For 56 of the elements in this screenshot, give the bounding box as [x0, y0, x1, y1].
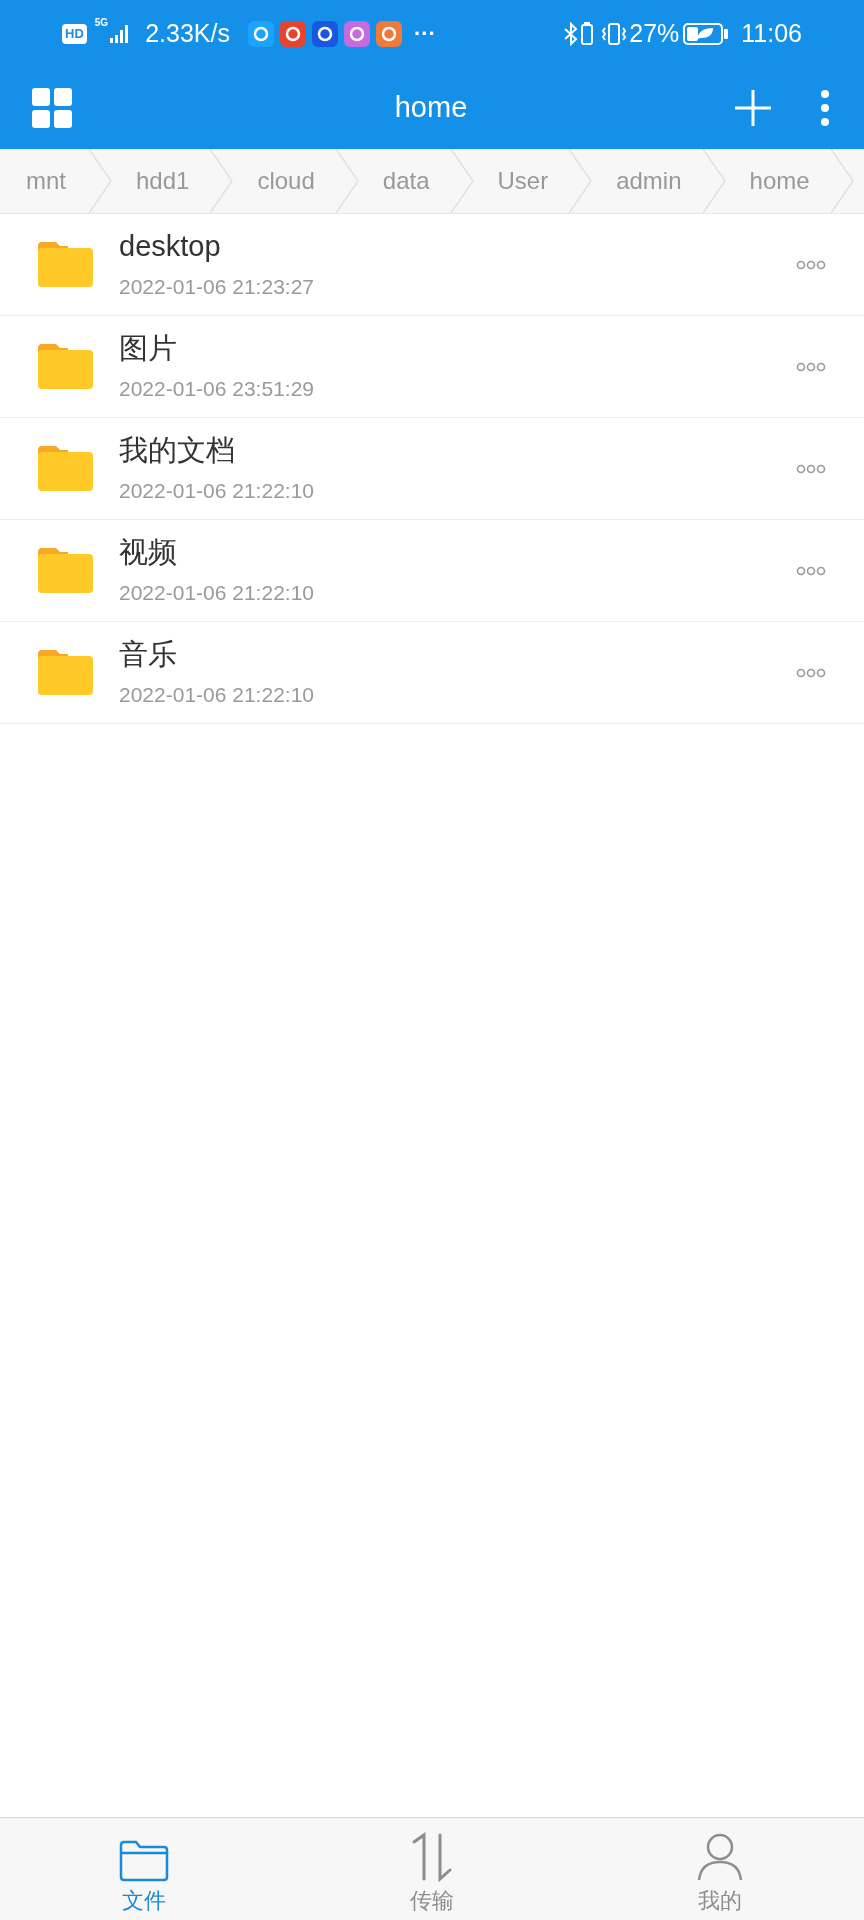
more-horizontal-icon[interactable]	[796, 463, 826, 474]
grid-view-icon[interactable]	[32, 88, 72, 128]
more-notifications: ···	[413, 20, 436, 48]
header-title: home	[394, 90, 468, 126]
network-type: 5G	[94, 18, 109, 28]
folder-icon	[38, 548, 93, 593]
hd-badge: HD	[62, 23, 87, 44]
nav-tab[interactable]: 我的	[576, 1818, 864, 1920]
more-vertical-icon[interactable]	[820, 89, 830, 127]
battery-icon	[683, 21, 730, 46]
battery-small-icon	[581, 21, 594, 46]
vibrate-icon	[601, 21, 628, 46]
bluetooth-icon	[564, 21, 579, 46]
file-name: 我的文档	[119, 432, 236, 468]
folder-icon	[38, 242, 93, 287]
folder-icon	[38, 446, 93, 491]
file-row[interactable]: 音乐 2022-01-06 21:22:10	[0, 622, 864, 724]
folder-icon	[119, 1840, 169, 1882]
nav-tab[interactable]: 文件	[0, 1818, 288, 1920]
breadcrumb-item[interactable]: data	[358, 149, 450, 213]
add-icon[interactable]	[734, 89, 772, 127]
file-name: 视频	[119, 534, 178, 570]
person-icon	[697, 1832, 743, 1882]
file-row[interactable]: 我的文档 2022-01-06 21:22:10	[0, 418, 864, 520]
file-date: 2022-01-06 21:23:27	[119, 273, 315, 300]
network-speed: 2.33K/s	[145, 17, 230, 49]
more-horizontal-icon[interactable]	[796, 259, 826, 270]
file-date: 2022-01-06 23:51:29	[119, 375, 315, 402]
more-horizontal-icon[interactable]	[796, 667, 826, 678]
file-row[interactable]: desktop 2022-01-06 21:23:27	[0, 214, 864, 316]
folder-icon	[38, 650, 93, 695]
breadcrumb-item[interactable]: mnt	[0, 149, 88, 213]
clock-time: 11:06	[741, 17, 802, 49]
app-icon	[311, 20, 338, 47]
app-icon	[343, 20, 370, 47]
app-icon	[375, 20, 402, 47]
file-name: 音乐	[119, 636, 178, 672]
file-name: 图片	[119, 330, 178, 366]
nav-tab[interactable]: 传输	[288, 1818, 576, 1920]
breadcrumb-item[interactable]: User	[473, 149, 569, 213]
file-name: desktop	[119, 228, 222, 264]
battery-percent: 27%	[629, 17, 680, 49]
file-date: 2022-01-06 21:22:10	[119, 477, 315, 504]
breadcrumb-item[interactable]: hdd1	[112, 149, 210, 213]
file-date: 2022-01-06 21:22:10	[119, 681, 315, 708]
file-row[interactable]: 图片 2022-01-06 23:51:29	[0, 316, 864, 418]
file-date: 2022-01-06 21:22:10	[119, 579, 315, 606]
breadcrumb-item[interactable]: admin	[592, 149, 702, 213]
breadcrumb-item[interactable]: cloud	[233, 149, 335, 213]
app-icon	[279, 20, 306, 47]
app-icon	[247, 20, 274, 47]
more-horizontal-icon[interactable]	[796, 361, 826, 372]
breadcrumb-item[interactable]: home	[725, 149, 830, 213]
more-horizontal-icon[interactable]	[796, 565, 826, 576]
file-row[interactable]: 视频 2022-01-06 21:22:10	[0, 520, 864, 622]
folder-icon	[38, 344, 93, 389]
